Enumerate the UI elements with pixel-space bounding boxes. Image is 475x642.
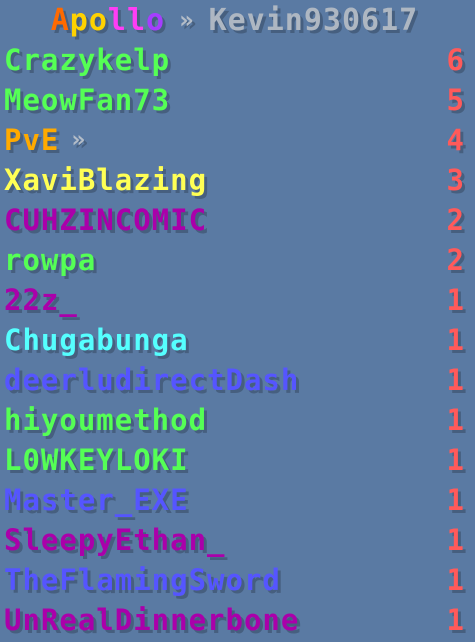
player-name: deerludirectDash xyxy=(4,363,299,397)
player-name-text: SleepyEthan_ xyxy=(4,523,226,557)
player-score: 1 xyxy=(446,483,465,517)
server-name-letter: l xyxy=(126,2,147,38)
player-row: PvE » 4 xyxy=(4,120,465,160)
server-name: Apollo xyxy=(51,3,165,38)
player-row: MeowFan73 5 xyxy=(4,80,465,120)
player-row: deerludirectDash 1 xyxy=(4,360,465,400)
player-row: XaviBlazing 3 xyxy=(4,160,465,200)
player-name: SleepyEthan_ xyxy=(4,523,226,557)
player-row: Crazykelp 6 xyxy=(4,40,465,80)
player-row: SleepyEthan_ 1 xyxy=(4,520,465,560)
player-score: 1 xyxy=(446,283,465,317)
server-name-letter: l xyxy=(107,2,127,38)
player-row: 22z_ 1 xyxy=(4,280,465,320)
player-score: 2 xyxy=(446,243,465,277)
scoreboard-rows: Crazykelp 6 MeowFan73 5 PvE» 4 XaviBlazing 3 CUH… xyxy=(4,40,465,640)
player-name-text: TheFlamingSword xyxy=(4,563,281,597)
player-row: Chugabunga 1 xyxy=(4,320,465,360)
player-name-text: Master_EXE xyxy=(4,483,189,517)
player-name-text: hiyoumethod xyxy=(4,403,208,437)
player-row: L0WKEYLOKI 1 xyxy=(4,440,465,480)
server-name-letter: o xyxy=(146,2,166,38)
player-name-text: 22z_ xyxy=(4,283,78,317)
title-separator: » xyxy=(179,6,195,34)
scoreboard: Apollo » Kevin930617 Crazykelp 6 MeowFan73… xyxy=(0,0,475,642)
player-name-text: PvE xyxy=(4,123,60,157)
player-row: TheFlamingSword 1 xyxy=(4,560,465,600)
player-score: 1 xyxy=(446,603,465,637)
player-name: MeowFan73 xyxy=(4,83,170,117)
player-name: UnRealDinnerbone xyxy=(4,603,299,637)
player-name: hiyoumethod xyxy=(4,403,207,437)
player-score: 2 xyxy=(446,203,465,237)
player-score: 1 xyxy=(446,403,465,437)
player-name: L0WKEYLOKI xyxy=(4,443,189,477)
player-name-text: UnRealDinnerbone xyxy=(4,603,300,637)
player-score: 4 xyxy=(446,123,465,157)
player-score: 3 xyxy=(446,163,465,197)
player-name-text: rowpa xyxy=(4,243,97,277)
server-name-letter: p xyxy=(69,2,89,38)
player-score: 1 xyxy=(446,563,465,597)
player-name-text: deerludirectDash xyxy=(4,363,300,397)
player-score: 5 xyxy=(446,83,465,117)
player-row: hiyoumethod 1 xyxy=(4,400,465,440)
player-score: 6 xyxy=(446,43,465,77)
player-name-text: CUHZINCOMIC xyxy=(4,203,208,237)
player-name-text: Crazykelp xyxy=(4,43,171,77)
player-name: PvE » xyxy=(4,123,86,157)
player-name: Master_EXE xyxy=(4,483,189,517)
player-score: 1 xyxy=(446,363,465,397)
player-name-text: XaviBlazing xyxy=(4,163,208,197)
player-name: Chugabunga xyxy=(4,323,189,357)
player-name: XaviBlazing xyxy=(4,163,207,197)
server-name-letter: o xyxy=(88,2,108,38)
viewer-name: Kevin930617 xyxy=(208,2,419,38)
player-row: UnRealDinnerbone 1 xyxy=(4,600,465,640)
player-row: CUHZINCOMIC 2 xyxy=(4,200,465,240)
player-name: 22z_ xyxy=(4,283,78,317)
player-score: 1 xyxy=(446,523,465,557)
player-name-text: L0WKEYLOKI xyxy=(4,443,189,477)
player-score: 1 xyxy=(446,323,465,357)
player-name: Crazykelp xyxy=(4,43,170,77)
scoreboard-title: Apollo » Kevin930617 xyxy=(4,0,465,40)
server-name-letter: A xyxy=(50,2,70,38)
player-name: rowpa xyxy=(4,243,96,277)
player-name: CUHZINCOMIC xyxy=(4,203,207,237)
player-row: Master_EXE 1 xyxy=(4,480,465,520)
player-name: TheFlamingSword xyxy=(4,563,281,597)
player-score: 1 xyxy=(446,443,465,477)
player-row: rowpa 2 xyxy=(4,240,465,280)
player-name-text: MeowFan73 xyxy=(4,83,171,117)
row-separator: » xyxy=(71,127,87,153)
player-name-text: Chugabunga xyxy=(4,323,189,357)
